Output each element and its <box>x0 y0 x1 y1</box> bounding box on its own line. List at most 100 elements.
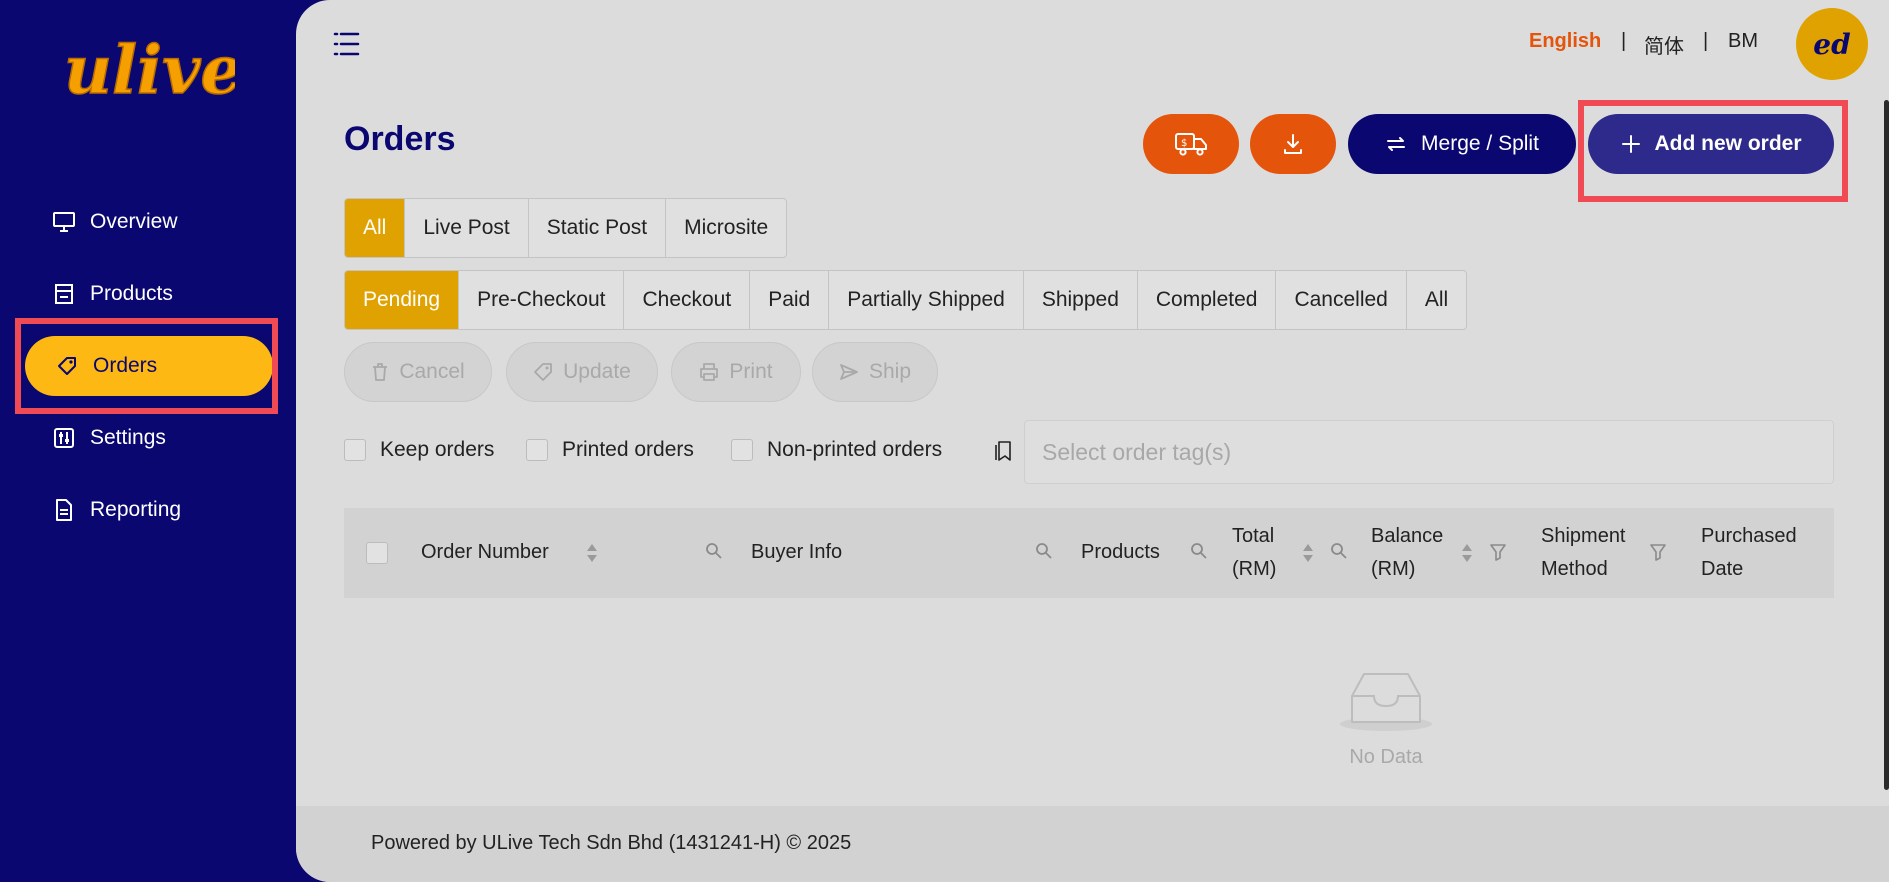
tab-checkout[interactable]: Checkout <box>624 271 751 329</box>
ulive-logo[interactable]: ulive <box>60 18 235 113</box>
keep-orders-checkbox[interactable]: Keep orders <box>344 438 494 462</box>
sidebar-item-overview[interactable]: Overview <box>52 202 178 242</box>
column-order-number[interactable]: Order Number <box>421 536 549 569</box>
download-button[interactable] <box>1250 114 1336 174</box>
column-shipment-line1: Shipment <box>1541 525 1626 547</box>
merge-split-button[interactable]: Merge / Split <box>1348 114 1576 174</box>
tab-microsite[interactable]: Microsite <box>666 199 786 257</box>
tab-pre-checkout[interactable]: Pre-Checkout <box>459 271 625 329</box>
ship-button[interactable]: Ship <box>812 342 938 402</box>
column-purchased-line1: Purchased <box>1701 525 1797 547</box>
avatar-initials: ed <box>1813 27 1851 61</box>
tab-paid[interactable]: Paid <box>750 271 830 329</box>
checkbox[interactable] <box>344 439 366 461</box>
highlight-box-orders <box>15 318 278 414</box>
update-button[interactable]: Update <box>506 342 658 402</box>
sidebar-item-label: Settings <box>90 426 166 449</box>
sort-icon[interactable] <box>586 542 598 564</box>
avatar[interactable]: ed <box>1796 8 1868 80</box>
search-icon[interactable] <box>1035 542 1053 560</box>
column-shipment-line2: Method <box>1541 558 1608 580</box>
sidebar-item-settings[interactable]: Settings <box>52 418 166 458</box>
shipping-fee-button[interactable]: $ <box>1143 114 1239 174</box>
tab-shipped[interactable]: Shipped <box>1024 271 1138 329</box>
sidebar-item-label: Overview <box>90 210 178 233</box>
empty-inbox-icon <box>1340 673 1432 731</box>
update-label: Update <box>563 360 631 383</box>
cancel-button[interactable]: Cancel <box>344 342 492 402</box>
checkbox[interactable] <box>731 439 753 461</box>
highlight-box-add-order <box>1578 100 1848 202</box>
print-label: Print <box>729 360 773 383</box>
language-bm[interactable]: BM <box>1728 30 1758 53</box>
order-tag-placeholder: Select order tag(s) <box>1042 438 1232 465</box>
tab-partially-shipped[interactable]: Partially Shipped <box>829 271 1024 329</box>
vertical-scrollbar[interactable] <box>1884 100 1889 790</box>
tab-pending[interactable]: Pending <box>345 271 460 329</box>
checkbox[interactable] <box>526 439 548 461</box>
source-tabs: All Live Post Static Post Microsite <box>344 198 788 258</box>
main-panel: English | 简体 | BM ed Orders $ Merge / Sp… <box>296 0 1889 882</box>
checkbox-label: Keep orders <box>380 438 495 461</box>
column-total-line2: (RM) <box>1232 558 1277 580</box>
search-icon[interactable] <box>705 542 723 560</box>
cancel-label: Cancel <box>399 360 465 383</box>
search-icon[interactable] <box>1330 542 1348 560</box>
store-icon <box>52 282 76 306</box>
truck-dollar-icon: $ <box>1175 133 1207 156</box>
download-icon <box>1284 134 1302 154</box>
logo-text: ulive <box>64 31 235 109</box>
document-icon <box>52 498 76 522</box>
send-icon <box>839 362 859 382</box>
sliders-icon <box>52 426 76 450</box>
footer-text: Powered by ULive Tech Sdn Bhd (1431241-H… <box>371 832 852 854</box>
order-tag-select[interactable]: Select order tag(s) <box>1024 420 1834 484</box>
tab-cancelled[interactable]: Cancelled <box>1276 271 1407 329</box>
non-printed-orders-checkbox[interactable]: Non-printed orders <box>731 438 942 462</box>
select-all-checkbox[interactable] <box>366 542 388 564</box>
monitor-icon <box>52 210 76 234</box>
merge-split-label: Merge / Split <box>1421 132 1539 155</box>
tab-source-all[interactable]: All <box>345 199 406 257</box>
svg-text:$: $ <box>1181 138 1187 149</box>
page-title: Orders <box>344 120 456 158</box>
sort-icon[interactable] <box>1302 542 1314 564</box>
language-separator: | <box>1621 30 1627 52</box>
column-purchased-line2: Date <box>1701 558 1744 580</box>
checkbox-label: Printed orders <box>562 438 694 461</box>
ship-label: Ship <box>868 360 912 383</box>
sort-icon[interactable] <box>1461 542 1473 564</box>
tab-static-post[interactable]: Static Post <box>529 199 667 257</box>
tab-completed[interactable]: Completed <box>1138 271 1277 329</box>
filter-icon[interactable] <box>1489 543 1507 561</box>
swap-icon <box>1387 137 1406 151</box>
column-total-line1: Total <box>1232 525 1275 547</box>
status-tabs: Pending Pre-Checkout Checkout Paid Parti… <box>344 270 1468 330</box>
language-english[interactable]: English <box>1529 30 1601 53</box>
print-button[interactable]: Print <box>671 342 801 402</box>
tab-live-post[interactable]: Live Post <box>405 199 529 257</box>
no-data-text: No Data <box>1349 746 1423 768</box>
tab-status-all[interactable]: All <box>1407 271 1466 329</box>
column-balance-line1: Balance <box>1371 525 1444 547</box>
column-balance-line2: (RM) <box>1371 558 1416 580</box>
printer-icon <box>699 362 719 382</box>
bookmark-tags-icon <box>995 441 1011 461</box>
column-buyer-info: Buyer Info <box>751 541 843 563</box>
language-separator: | <box>1703 30 1709 52</box>
printed-orders-checkbox[interactable]: Printed orders <box>526 438 694 462</box>
trash-icon <box>371 362 389 382</box>
orders-table-header: Order Number Buyer Info Products Total (… <box>344 508 1834 598</box>
checkbox-label: Non-printed orders <box>767 438 943 461</box>
sidebar-item-label: Reporting <box>90 498 182 521</box>
sidebar-item-products[interactable]: Products <box>52 274 173 314</box>
filter-icon[interactable] <box>1649 543 1667 561</box>
menu-icon[interactable] <box>332 30 360 58</box>
sidebar: ulive Overview Products Orders Settings … <box>0 0 296 882</box>
column-products: Products <box>1081 541 1160 563</box>
sidebar-item-reporting[interactable]: Reporting <box>52 490 181 530</box>
sidebar-item-label: Products <box>90 282 173 305</box>
search-icon[interactable] <box>1190 542 1208 560</box>
footer: Powered by ULive Tech Sdn Bhd (1431241-H… <box>296 806 1889 882</box>
language-chinese[interactable]: 简体 <box>1644 30 1684 59</box>
